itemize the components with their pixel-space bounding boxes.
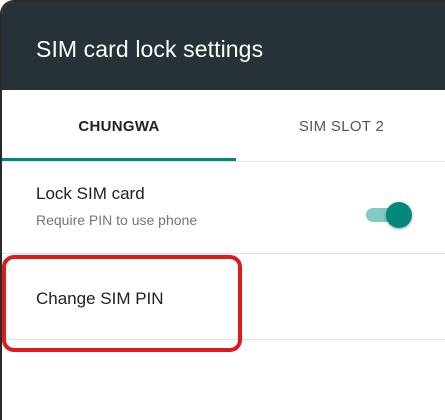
settings-screen: SIM card lock settings CHUNGWA SIM SLOT … [0, 0, 445, 420]
tab-sim-slot-2[interactable]: SIM SLOT 2 [236, 90, 445, 162]
lock-sim-card-summary: Require PIN to use phone [36, 212, 198, 228]
lock-sim-card-title: Lock SIM card [36, 184, 145, 203]
lock-sim-card-setting[interactable]: Lock SIM card Require PIN to use phone [2, 162, 445, 254]
app-bar: SIM card lock settings [2, 2, 445, 90]
active-tab-indicator [2, 158, 236, 161]
toggle-thumb [386, 202, 412, 228]
page-title: SIM card lock settings [36, 36, 264, 62]
sim-tabs: CHUNGWA SIM SLOT 2 [2, 90, 445, 162]
tab-chungwa[interactable]: CHUNGWA [2, 90, 236, 162]
change-sim-pin-title: Change SIM PIN [36, 289, 164, 308]
lock-sim-card-toggle[interactable] [360, 202, 416, 228]
change-sim-pin-setting[interactable]: Change SIM PIN [2, 254, 445, 340]
